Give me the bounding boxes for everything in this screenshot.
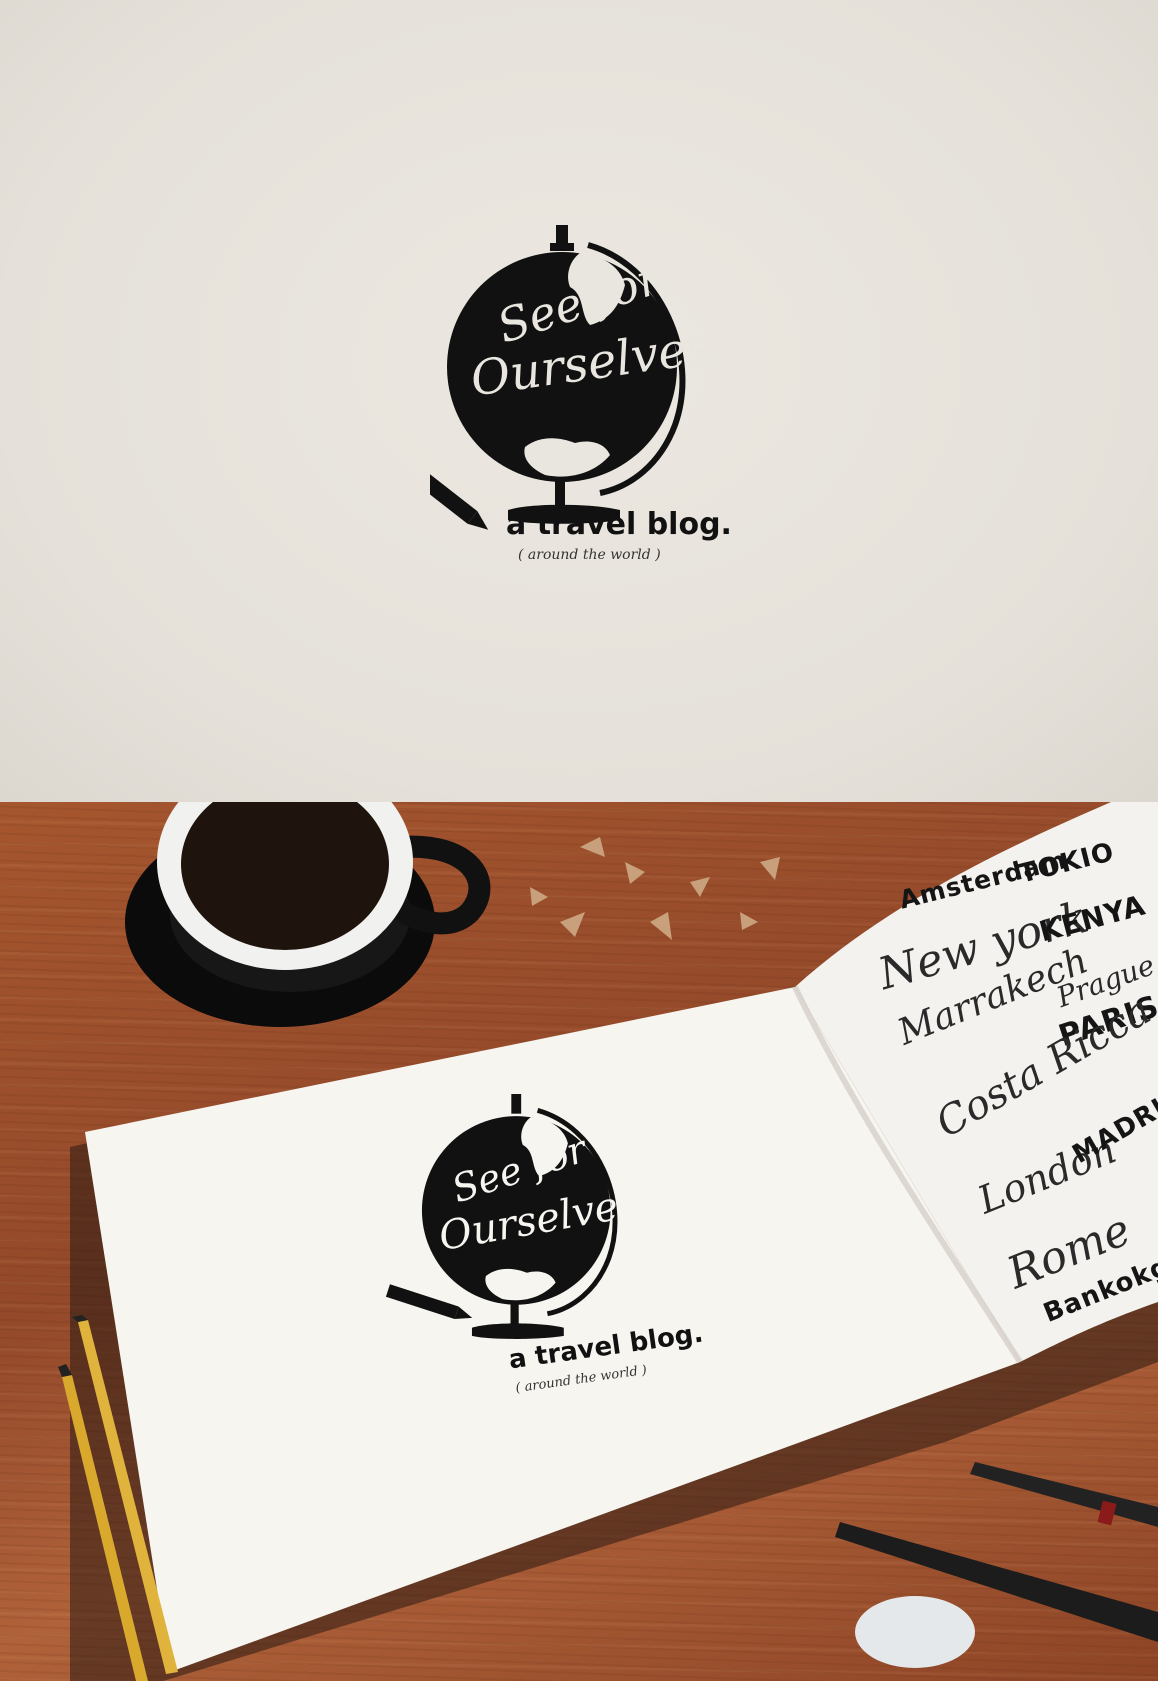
logo-tagline: a travel blog. <box>506 507 732 542</box>
travel-blog-logo: See for Ourselves a travel blog. ( aroun… <box>430 225 732 625</box>
pencil-shavings <box>530 837 780 940</box>
eraser <box>855 1596 975 1668</box>
paper-background: See for Ourselves a travel blog. ( aroun… <box>0 0 1158 802</box>
wood-desk-background: Amsterdam TOKIO New york KENYA Marrakech… <box>0 802 1158 1681</box>
logo-subtag: ( around the world ) <box>518 547 661 563</box>
